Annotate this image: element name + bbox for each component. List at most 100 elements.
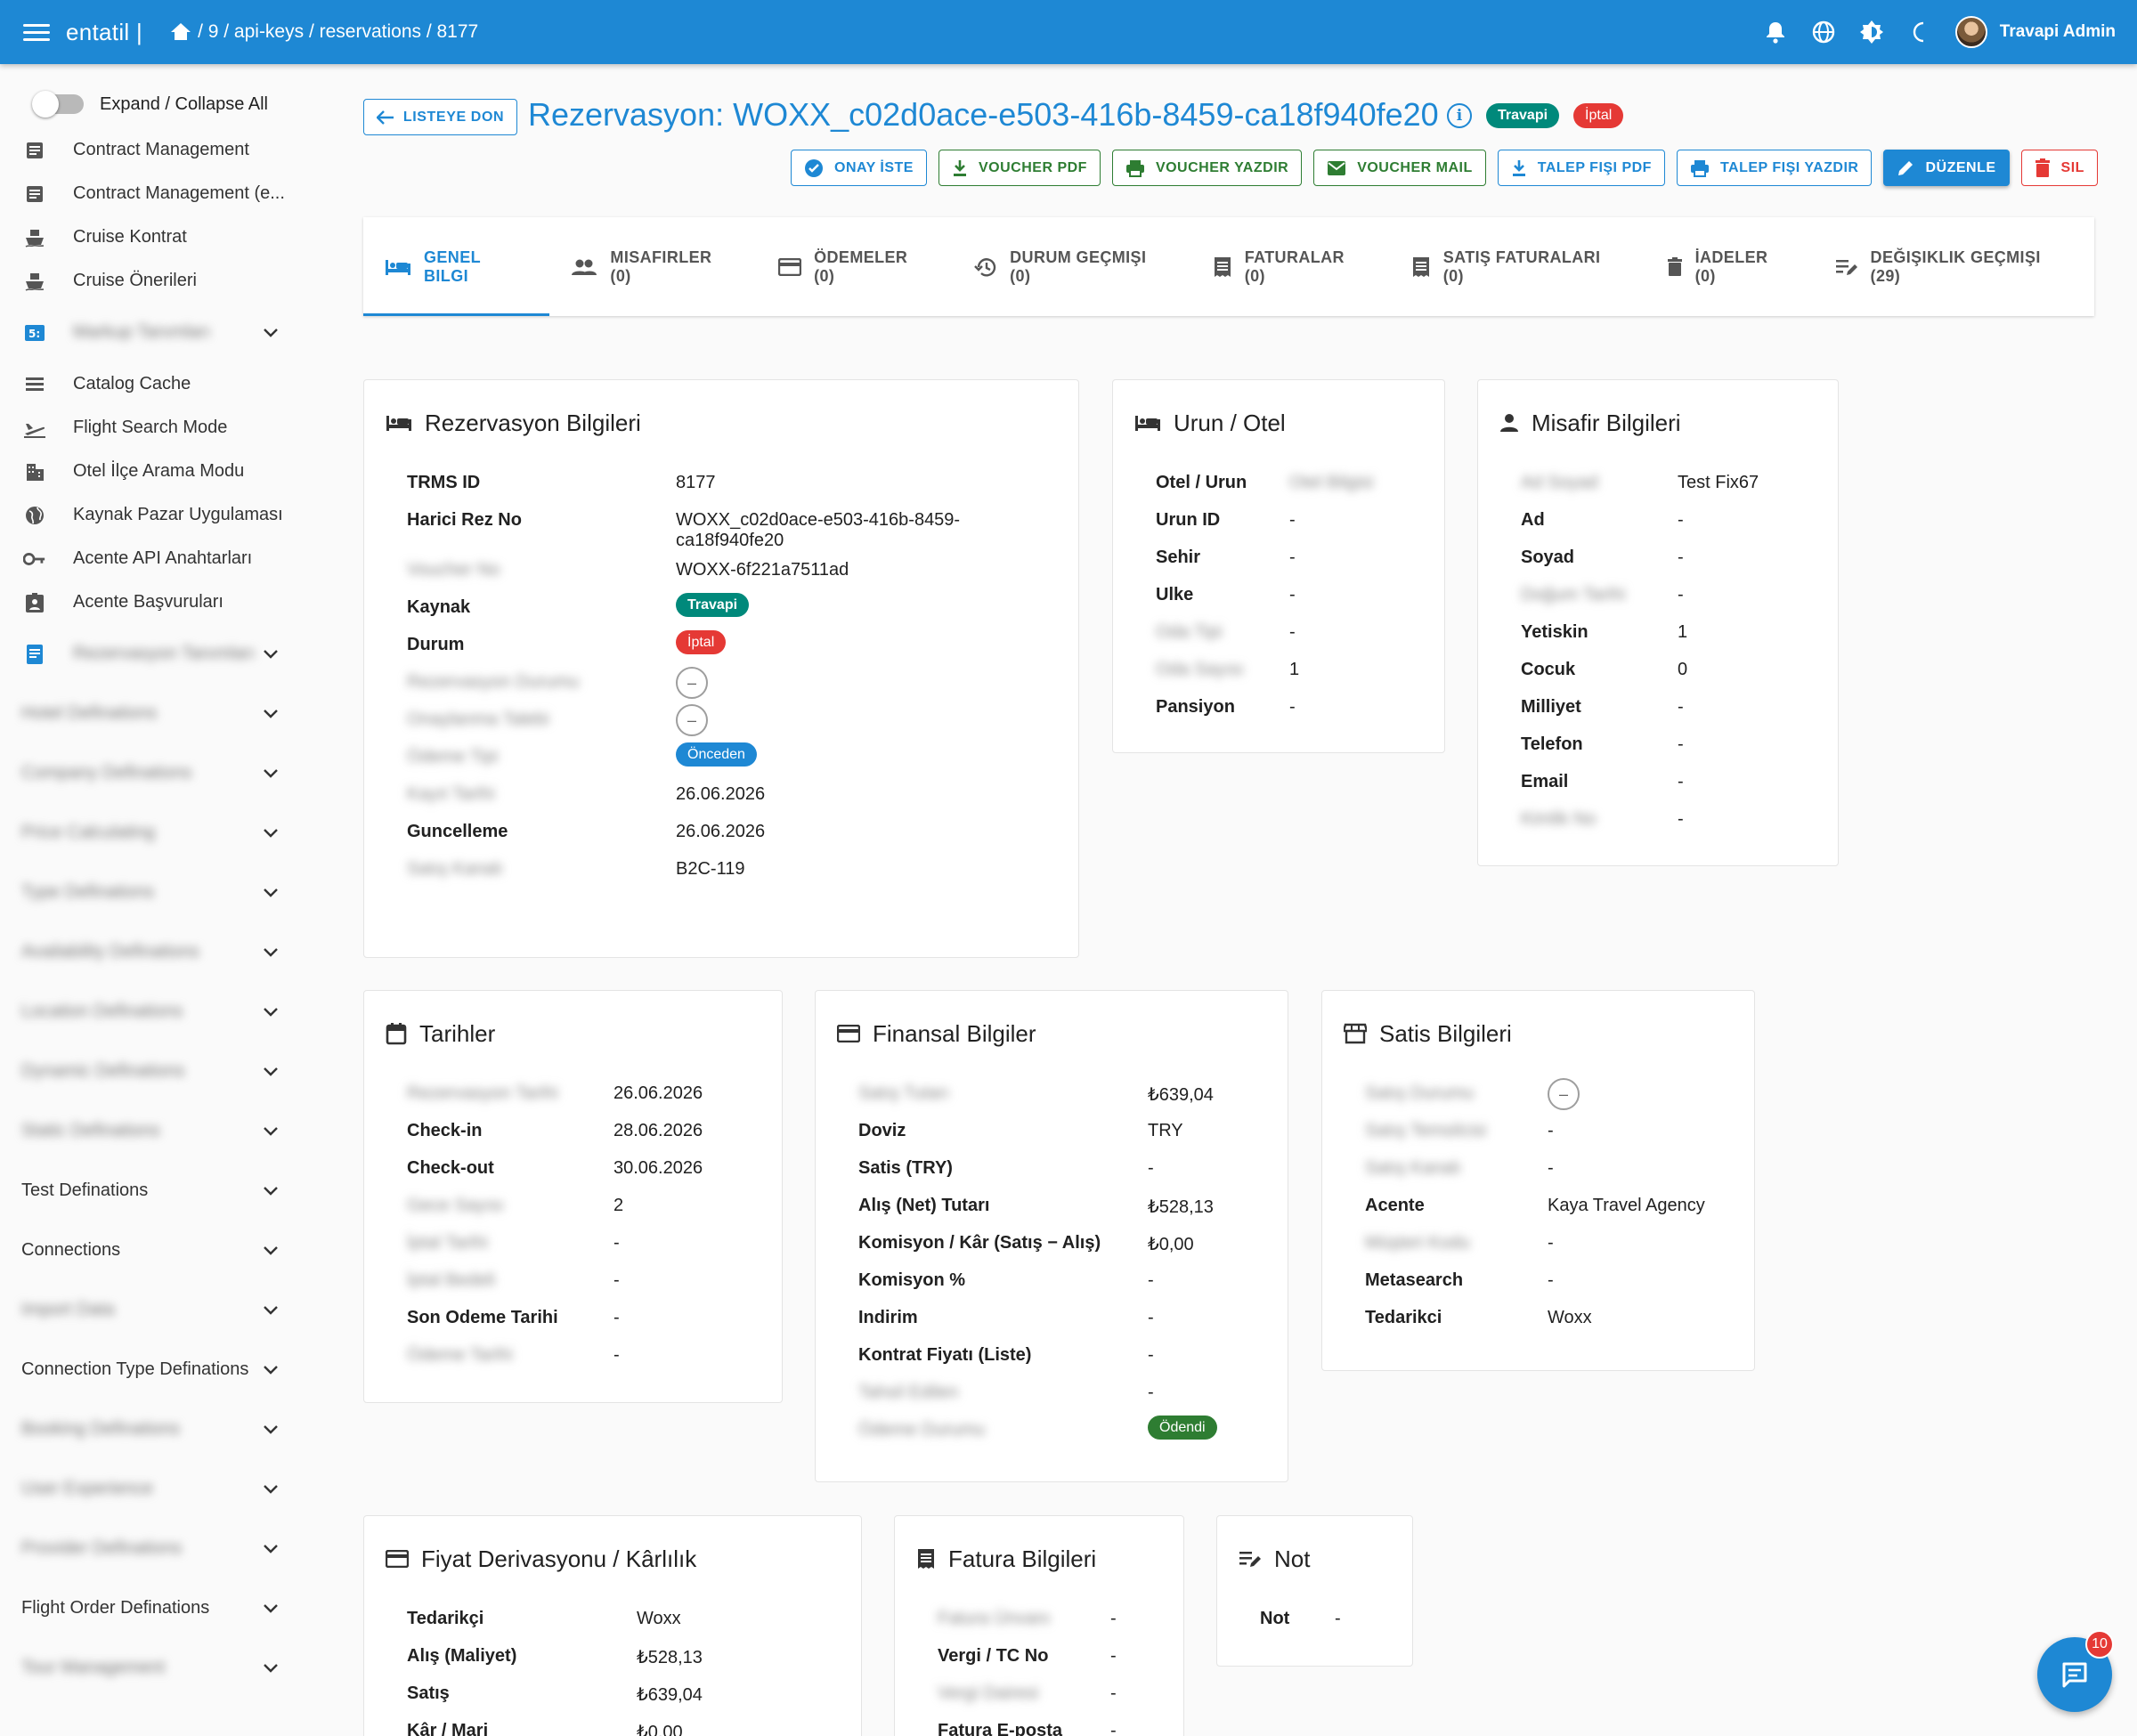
moon-icon[interactable] (1907, 20, 1932, 45)
field-row: Rezervasyon Durumu – (407, 663, 1078, 701)
tab-1[interactable]: MISAFIRLER (0) (549, 217, 757, 316)
sidebar-group-4[interactable]: Availability Definations (0, 922, 307, 982)
chevron-down-icon[interactable] (259, 1418, 282, 1441)
sidebar-item-8[interactable]: Kaynak Pazar Uygulaması (0, 493, 307, 537)
sidebar-group-7[interactable]: Static Definations (0, 1101, 307, 1161)
action-button-0[interactable]: ONAY İSTE (791, 150, 927, 186)
sidebar-item-11[interactable]: Rezervasyon Tanımları (0, 624, 307, 684)
sidebar-group-6[interactable]: Dynamic Definations (0, 1042, 307, 1101)
tab-3[interactable]: DURUM GEÇMIŞI (0) (953, 217, 1191, 316)
sidebar-group-8[interactable]: Test Definations (0, 1161, 307, 1221)
action-button-3[interactable]: VOUCHER MAIL (1313, 150, 1486, 186)
tab-0[interactable]: GENEL BILGI (363, 217, 550, 316)
chevron-down-icon[interactable] (259, 1120, 282, 1143)
sidebar-item-1[interactable]: Contract Management (e... (0, 172, 307, 215)
chevron-down-icon[interactable] (259, 1239, 282, 1262)
action-button-7[interactable]: SIL (2020, 150, 2098, 186)
chevron-down-icon[interactable] (259, 1299, 282, 1322)
action-button-2[interactable]: VOUCHER YAZDIR (1111, 150, 1303, 186)
breadcrumb-path[interactable]: / 9 / api-keys / reservations / 8177 (198, 21, 478, 43)
sidebar-item-4[interactable]: 5: Markup Tanımları (0, 303, 307, 362)
sidebar-group-16[interactable]: Tour Management (0, 1638, 307, 1698)
sidebar-item-9[interactable]: Acente API Anahtarları (0, 537, 307, 580)
field-label: Satış Durumu (1365, 1083, 1475, 1103)
avatar[interactable] (1954, 16, 1987, 48)
field-label: Satış Kanalı (407, 859, 503, 879)
sidebar-group-1[interactable]: Company Definations (0, 743, 307, 803)
sidebar-group-label: Test Definations (21, 1180, 149, 1200)
receipt-icon (1213, 256, 1232, 278)
info-icon[interactable]: i (1447, 103, 1472, 128)
sidebar-group-14[interactable]: Provider Definations (0, 1519, 307, 1578)
chevron-down-icon[interactable] (259, 1537, 282, 1561)
tab-7[interactable]: DEĞIŞIKLIK GEÇMIŞI (29) (1814, 217, 2094, 316)
sidebar-item-5[interactable]: Catalog Cache (0, 362, 307, 406)
chevron-down-icon[interactable] (259, 1597, 282, 1620)
home-icon[interactable] (171, 23, 191, 41)
menu-icon[interactable] (23, 23, 50, 41)
sidebar-item-3[interactable]: Cruise Önerileri (0, 259, 307, 303)
action-button-6[interactable]: DÜZENLE (1883, 150, 2010, 186)
chevron-down-icon[interactable] (259, 1478, 282, 1501)
chevron-down-icon[interactable] (259, 321, 282, 345)
action-button-4[interactable]: TALEP FIŞI PDF (1497, 150, 1665, 186)
sidebar-group-12[interactable]: Booking Definations (0, 1399, 307, 1459)
sidebar-group-label: Import Data (21, 1300, 115, 1319)
chevron-down-icon[interactable] (259, 1060, 282, 1083)
brightness-icon[interactable] (1859, 20, 1884, 45)
sidebar-group-3[interactable]: Type Definations (0, 863, 307, 922)
tab-5[interactable]: SATIŞ FATURALARI (0) (1390, 217, 1645, 316)
chevron-down-icon[interactable] (259, 881, 282, 905)
action-button-1[interactable]: VOUCHER PDF (938, 150, 1101, 186)
sidebar-item-7[interactable]: Otel İlçe Arama Modu (0, 450, 307, 493)
bell-icon[interactable] (1763, 20, 1788, 45)
field-row: Indirim - (858, 1299, 1288, 1336)
sidebar-group-5[interactable]: Location Definations (0, 982, 307, 1042)
sidebar-group-15[interactable]: Flight Order Definations (0, 1578, 307, 1638)
chevron-down-icon[interactable] (259, 1180, 282, 1203)
empty-indicator: – (676, 667, 708, 699)
card-title: Finansal Bilgiler (837, 1012, 1288, 1055)
chevron-down-icon[interactable] (259, 822, 282, 845)
sidebar-item-10[interactable]: Acente Başvuruları (0, 580, 307, 624)
sidebar-item-6[interactable]: Flight Search Mode (0, 406, 307, 450)
field-row: Satış ₺639,04 (407, 1675, 861, 1712)
sidebar-group-2[interactable]: Price Calculating (0, 803, 307, 863)
sidebar-group-9[interactable]: Connections (0, 1221, 307, 1280)
field-value-wrap: ₺528,13 (1148, 1187, 1288, 1218)
globe-icon[interactable] (1811, 20, 1836, 45)
field-label: Durum (407, 635, 465, 654)
tab-6[interactable]: İADELER (0) (1645, 217, 1814, 316)
switch-control[interactable] (32, 91, 84, 118)
field-label: Acente (1365, 1196, 1425, 1215)
card-title-text: Urun / Otel (1174, 409, 1286, 436)
tab-2[interactable]: ÖDEMELER (0) (757, 217, 953, 316)
card-title: Not (1239, 1537, 1412, 1580)
user-name[interactable]: Travapi Admin (2000, 22, 2116, 42)
chevron-down-icon[interactable] (259, 762, 282, 785)
chevron-down-icon[interactable] (259, 941, 282, 964)
sidebar-group-13[interactable]: User Experience (0, 1459, 307, 1519)
brand-logo[interactable]: entatil | (66, 19, 142, 46)
chevron-down-icon[interactable] (259, 1657, 282, 1680)
chevron-down-icon[interactable] (259, 702, 282, 726)
field-row: Doğum Tarihi - (1521, 576, 1838, 613)
sidebar-item-0[interactable]: Contract Management (0, 128, 307, 172)
fatura-card: Fatura Bilgileri Fatura Ünvanı - Vergi / TC… (894, 1515, 1184, 1736)
chevron-down-icon[interactable] (259, 643, 282, 666)
chevron-down-icon[interactable] (259, 1359, 282, 1382)
sidebar-item-2[interactable]: Cruise Kontrat (0, 215, 307, 259)
card-title: Urun / Otel (1134, 402, 1444, 444)
back-to-list-button[interactable]: LISTEYE DON (363, 99, 517, 135)
sidebar-group-10[interactable]: Import Data (0, 1280, 307, 1340)
sidebar-group-0[interactable]: Hotel Definations (0, 684, 307, 743)
sidebar-group-11[interactable]: Connection Type Definations (0, 1340, 307, 1399)
field-row: Ödeme Tarihi - (407, 1336, 782, 1374)
action-button-5[interactable]: TALEP FIŞI YAZDIR (1676, 150, 1873, 186)
field-value-wrap: 2 (613, 1187, 782, 1216)
chevron-down-icon[interactable] (259, 1001, 282, 1024)
store-icon (1344, 1023, 1367, 1044)
tab-4[interactable]: FATURALAR (0) (1191, 217, 1390, 316)
expand-collapse-toggle[interactable]: Expand / Collapse All (0, 80, 307, 128)
field-label: Kimlik No (1521, 809, 1597, 829)
